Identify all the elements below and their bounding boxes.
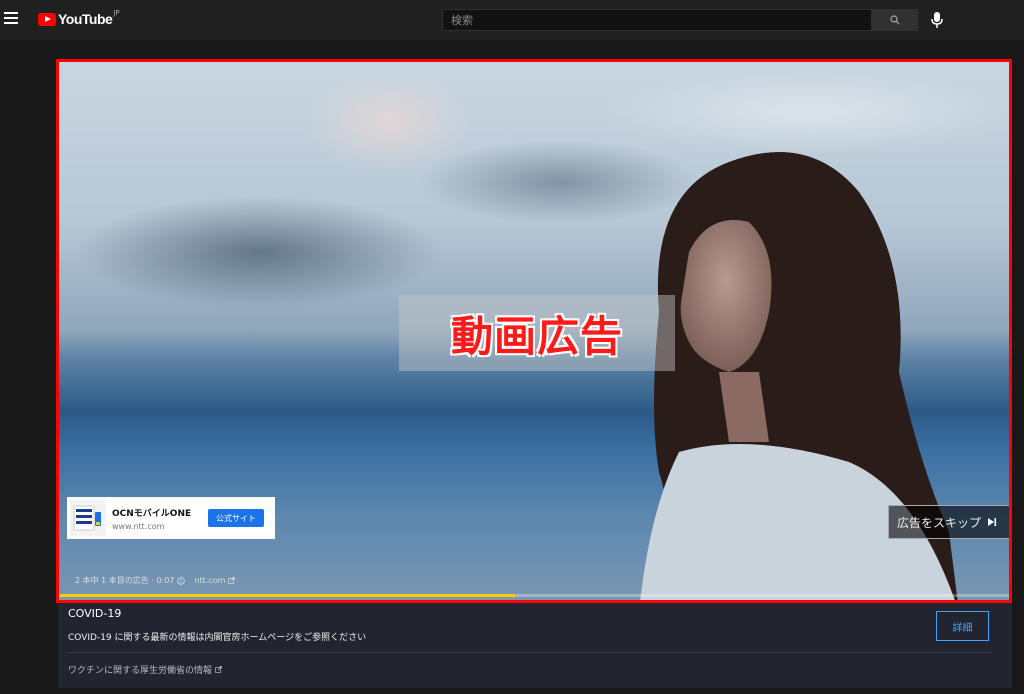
details-button[interactable]: 詳細 <box>936 611 989 641</box>
vaccine-info-link[interactable]: ワクチンに関する厚生労働省の情報 <box>68 663 222 676</box>
overlay-title-box: 動画広告 <box>399 295 675 371</box>
ad-card[interactable]: OCNモバイルONE www.ntt.com 公式サイト <box>67 497 275 539</box>
video-player[interactable]: 動画広告 OCNモバイルONE www.ntt.com 公式サイト 広告をスキッ… <box>56 59 1012 603</box>
ad-domain-link[interactable]: ntt.com <box>194 576 225 585</box>
youtube-logo[interactable]: YouTube JP <box>38 9 120 27</box>
ad-progress-fill <box>59 594 515 597</box>
search-button[interactable] <box>872 9 918 31</box>
search-icon <box>890 15 900 25</box>
ocn-logo-icon <box>73 505 101 531</box>
skip-ad-button[interactable]: 広告をスキップ <box>888 505 1009 539</box>
advertiser-url[interactable]: www.ntt.com <box>112 522 204 531</box>
logo-region: JP <box>113 9 120 17</box>
top-bar: YouTube JP 検索 <box>0 0 1024 40</box>
menu-icon[interactable] <box>4 12 18 24</box>
advertiser-logo <box>70 500 106 536</box>
info-panel-text: COVID-19 に関する最新の情報は内閣官房ホームページをご参照ください <box>68 633 367 643</box>
info-panel: COVID-19 COVID-19 に関する最新の情報は内閣官房ホームページをご… <box>58 603 1012 688</box>
skip-ad-label: 広告をスキップ <box>897 515 982 530</box>
ad-status: 2 本中 1 本目の広告 · 0:07 ntt.com <box>75 575 236 586</box>
divider <box>66 652 992 653</box>
microphone-icon[interactable] <box>930 11 944 29</box>
advertiser-name[interactable]: OCNモバイルONE <box>112 506 204 519</box>
search-input[interactable]: 検索 <box>442 9 872 31</box>
info-icon[interactable] <box>177 576 186 585</box>
info-panel-title: COVID-19 <box>68 607 122 620</box>
external-link-icon <box>215 666 222 673</box>
external-link-icon <box>228 577 236 584</box>
vaccine-info-link-text[interactable]: ワクチンに関する厚生労働省の情報 <box>68 663 212 676</box>
overlay-title: 動画広告 <box>450 311 623 361</box>
youtube-play-icon <box>38 12 56 26</box>
ad-status-text: 2 本中 1 本目の広告 · 0:07 <box>75 576 175 585</box>
ad-progress-bar[interactable] <box>59 594 1009 597</box>
skip-next-icon <box>988 518 997 526</box>
logo-text: YouTube <box>58 11 113 27</box>
official-site-button[interactable]: 公式サイト <box>208 509 264 527</box>
